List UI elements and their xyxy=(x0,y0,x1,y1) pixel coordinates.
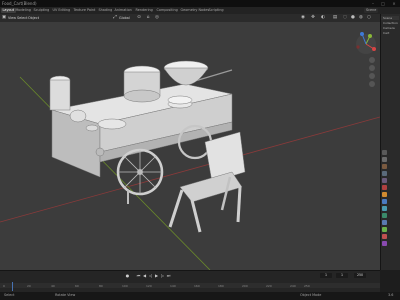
3d-viewport[interactable] xyxy=(0,22,381,271)
scene-icon[interactable] xyxy=(382,178,387,183)
snap-icon[interactable]: ⌂ xyxy=(145,15,151,21)
tab-shading[interactable]: Shading xyxy=(97,8,114,13)
tab-sculpting[interactable]: Sculpting xyxy=(32,8,51,13)
shading-solid-icon[interactable]: ● xyxy=(350,15,356,21)
timeline-tick: 220 xyxy=(266,284,272,288)
timeline-ruler[interactable] xyxy=(0,283,380,288)
current-frame-field[interactable]: 1 xyxy=(320,273,332,278)
timeline-tick: 60 xyxy=(75,284,79,288)
navigation-gizmo[interactable] xyxy=(356,32,376,54)
tool-icon[interactable] xyxy=(382,150,387,155)
play-reverse-icon[interactable]: ◁ xyxy=(148,273,153,278)
version-label: 3.6 xyxy=(388,293,394,297)
timeline-tick: 0 xyxy=(3,284,5,288)
editor-type-icon[interactable]: ▣ xyxy=(1,15,7,21)
physics-icon[interactable] xyxy=(382,213,387,218)
object-icon[interactable] xyxy=(382,192,387,197)
playhead[interactable] xyxy=(12,282,13,291)
timeline-tick: 140 xyxy=(170,284,176,288)
tab-geometry-nodes[interactable]: Geometry Nodes xyxy=(179,8,211,13)
minimize-button[interactable]: – xyxy=(368,0,378,7)
title-bar: Food_Cart(Blend) – □ × xyxy=(0,0,400,7)
timeline-tick: 100 xyxy=(122,284,128,288)
timeline-tick: 250 xyxy=(304,284,310,288)
shading-wireframe-icon[interactable]: ◌ xyxy=(342,15,348,21)
close-button[interactable]: × xyxy=(389,0,399,7)
timeline-tick: 20 xyxy=(27,284,31,288)
prev-keyframe-icon[interactable]: ◀ xyxy=(142,273,147,278)
tab-texture-paint[interactable]: Texture Paint xyxy=(72,8,97,13)
data-icon[interactable] xyxy=(382,227,387,232)
start-frame-field[interactable]: 1 xyxy=(336,273,348,278)
view-menu[interactable]: View xyxy=(8,15,16,21)
timeline-tick: 240 xyxy=(290,284,296,288)
transform-orientation-dropdown[interactable]: Global xyxy=(119,15,130,21)
view-navigation-buttons[interactable] xyxy=(369,57,375,87)
timeline-tick: 160 xyxy=(194,284,200,288)
timeline-tick: 120 xyxy=(146,284,152,288)
shading-rendered-icon[interactable]: ○ xyxy=(366,15,372,21)
status-mode: Object Mode xyxy=(300,293,322,297)
transform-orientation-icon[interactable]: ⤢ xyxy=(112,15,118,21)
world-icon[interactable] xyxy=(382,185,387,190)
view-layer-icon[interactable] xyxy=(382,171,387,176)
next-keyframe-icon[interactable]: ▷ xyxy=(160,273,165,278)
window-title: Food_Cart(Blend) xyxy=(2,1,37,6)
timeline-tick: 80 xyxy=(99,284,103,288)
outliner-item-cart[interactable]: Cart xyxy=(383,31,389,35)
end-frame-field[interactable]: 250 xyxy=(354,273,366,278)
outliner-item-collection[interactable]: Collection xyxy=(383,21,398,25)
tab-uv-editing[interactable]: UV Editing xyxy=(51,8,72,13)
texture-icon[interactable] xyxy=(382,241,387,246)
material-icon[interactable] xyxy=(382,234,387,239)
jump-end-icon[interactable]: ⏭ xyxy=(166,273,171,278)
outliner-scene-label: Scene xyxy=(383,16,393,20)
object-menu[interactable]: Object xyxy=(28,15,39,21)
gizmo-toggle-icon[interactable]: ✥ xyxy=(310,15,316,21)
outliner-item-camera[interactable]: Camera xyxy=(383,26,395,30)
timeline-tick: 200 xyxy=(242,284,248,288)
pivot-icon[interactable]: ⊙ xyxy=(136,15,142,21)
timeline-tick: 180 xyxy=(218,284,224,288)
plastic-chair-model xyxy=(168,131,246,233)
record-icon[interactable]: ● xyxy=(125,273,130,278)
output-icon[interactable] xyxy=(382,164,387,169)
tab-compositing[interactable]: Compositing xyxy=(155,8,179,13)
status-select-hint: Select xyxy=(4,293,15,297)
particles-icon[interactable] xyxy=(382,206,387,211)
render-icon[interactable] xyxy=(382,157,387,162)
tab-modeling[interactable]: Modeling xyxy=(14,8,32,13)
tab-rendering[interactable]: Rendering xyxy=(134,8,154,13)
scene-selector[interactable]: Scene xyxy=(364,8,379,13)
visibility-icon[interactable]: ◉ xyxy=(300,15,306,21)
tab-scripting[interactable]: Scripting xyxy=(207,8,225,13)
proportional-edit-icon[interactable]: ◎ xyxy=(154,15,160,21)
constraints-icon[interactable] xyxy=(382,220,387,225)
select-menu[interactable]: Select xyxy=(17,15,27,21)
tab-animation[interactable]: Animation xyxy=(113,8,133,13)
jump-start-icon[interactable]: ⏮ xyxy=(136,273,141,278)
play-icon[interactable]: ▶ xyxy=(154,273,159,278)
shading-material-icon[interactable]: ◍ xyxy=(358,15,364,21)
xray-icon[interactable]: ▤ xyxy=(332,15,338,21)
maximize-button[interactable]: □ xyxy=(378,0,388,7)
status-rotate-hint: Rotate View xyxy=(55,293,76,297)
modifier-icon[interactable] xyxy=(382,199,387,204)
overlays-icon[interactable]: ◐ xyxy=(320,15,326,21)
timeline-tick: 40 xyxy=(51,284,55,288)
viewport-scene xyxy=(0,32,381,271)
